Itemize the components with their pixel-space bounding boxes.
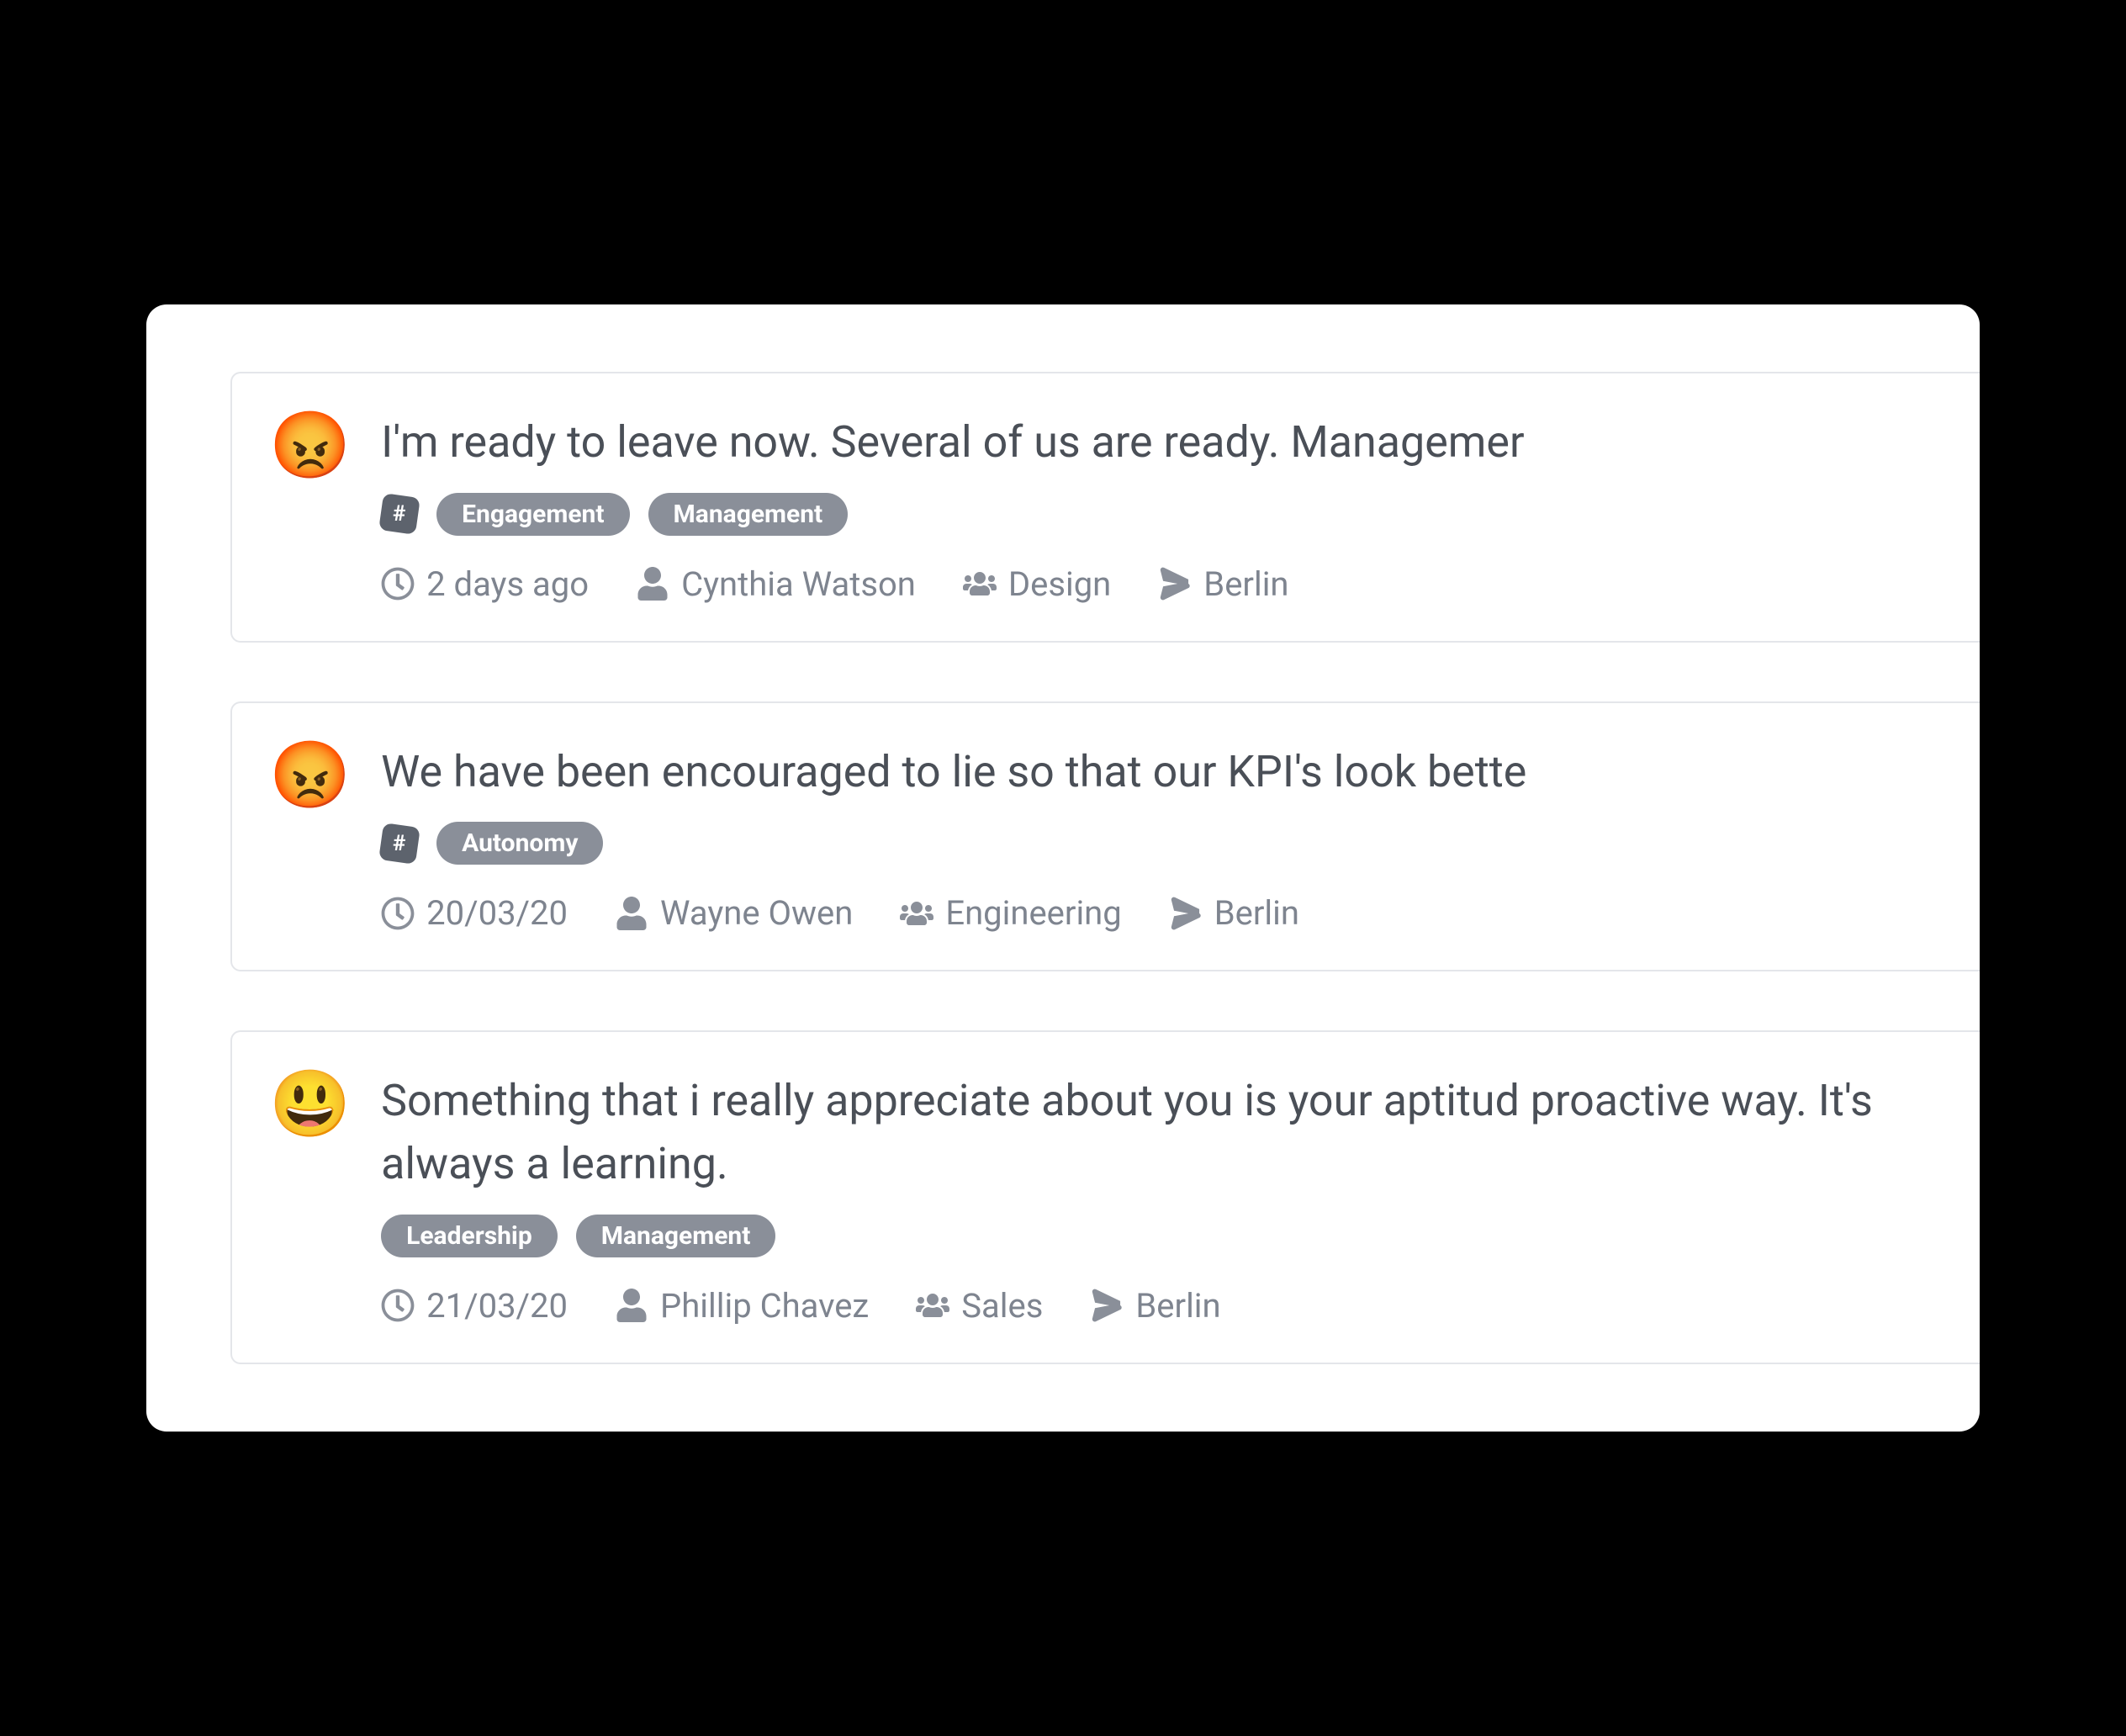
user-icon [636,567,669,601]
meta-author: Cynthia Watson [636,564,916,604]
meta-date-value: 21/03/20 [426,1286,568,1326]
meta-date: 2 days ago [381,564,589,604]
meta-location-value: Berlin [1203,564,1288,604]
hash-icon: # [378,823,420,865]
meta-team-value: Engineering [945,893,1121,933]
clock-icon [381,567,415,601]
feedback-card[interactable]: 😡 We have been encouraged to lie so that … [230,701,1980,971]
tag-pill[interactable]: Leadership [381,1215,558,1257]
feedback-content: Something that i really appreciate about… [381,1069,1980,1326]
meta-team: Sales [916,1286,1043,1326]
meta-date-value: 2 days ago [426,564,589,604]
feedback-message: Something that i really appreciate about… [381,1069,1980,1196]
tag-pill[interactable]: Engagement [436,493,629,536]
meta-row: 21/03/20 Phillip Chavez Sales Berlin [381,1286,1980,1326]
user-icon [615,897,648,930]
meta-author: Phillip Chavez [615,1286,869,1326]
feedback-content: We have been encouraged to lie so that o… [381,740,1980,933]
meta-row: 20/03/20 Wayne Owen Engineering Berlin [381,893,1980,933]
location-arrow-icon [1090,1289,1124,1322]
clock-icon [381,897,415,930]
tag-row: # Engagement Management [381,493,1980,536]
location-arrow-icon [1158,567,1192,601]
location-arrow-icon [1169,897,1203,930]
feedback-card[interactable]: 😡 I'm ready to leave now. Several of us a… [230,372,1980,642]
meta-date: 20/03/20 [381,893,568,933]
meta-team-value: Design [1008,564,1111,604]
tag-pill[interactable]: Management [576,1215,776,1257]
tag-row: Leadership Management [381,1215,1980,1257]
tag-pill[interactable]: Management [648,493,849,536]
feedback-message: We have been encouraged to lie so that o… [381,740,1980,803]
sentiment-emoji: 😃 [269,1072,351,1326]
sentiment-emoji: 😡 [269,744,351,933]
meta-location-value: Berlin [1214,893,1299,933]
meta-author: Wayne Owen [615,893,853,933]
users-icon [900,897,933,930]
meta-row: 2 days ago Cynthia Watson Design Berlin [381,564,1980,604]
meta-team-value: Sales [961,1286,1043,1326]
meta-location-value: Berlin [1135,1286,1220,1326]
users-icon [963,567,997,601]
tag-row: # Autonomy [381,822,1980,865]
feedback-panel: 😡 I'm ready to leave now. Several of us a… [146,304,1980,1432]
meta-team: Engineering [900,893,1121,933]
tag-pill[interactable]: Autonomy [436,822,603,865]
clock-icon [381,1289,415,1322]
meta-author-value: Cynthia Watson [681,564,916,604]
feedback-card[interactable]: 😃Something that i really appreciate abou… [230,1030,1980,1364]
meta-author-value: Phillip Chavez [660,1286,869,1326]
meta-location: Berlin [1158,564,1288,604]
meta-date-value: 20/03/20 [426,893,568,933]
meta-team: Design [963,564,1111,604]
sentiment-emoji: 😡 [269,414,351,603]
meta-location: Berlin [1169,893,1299,933]
feedback-message: I'm ready to leave now. Several of us ar… [381,410,1980,474]
meta-date: 21/03/20 [381,1286,568,1326]
meta-author-value: Wayne Owen [660,893,853,933]
meta-location: Berlin [1090,1286,1220,1326]
feedback-content: I'm ready to leave now. Several of us ar… [381,410,1980,603]
user-icon [615,1289,648,1322]
hash-icon: # [378,493,420,535]
users-icon [916,1289,949,1322]
